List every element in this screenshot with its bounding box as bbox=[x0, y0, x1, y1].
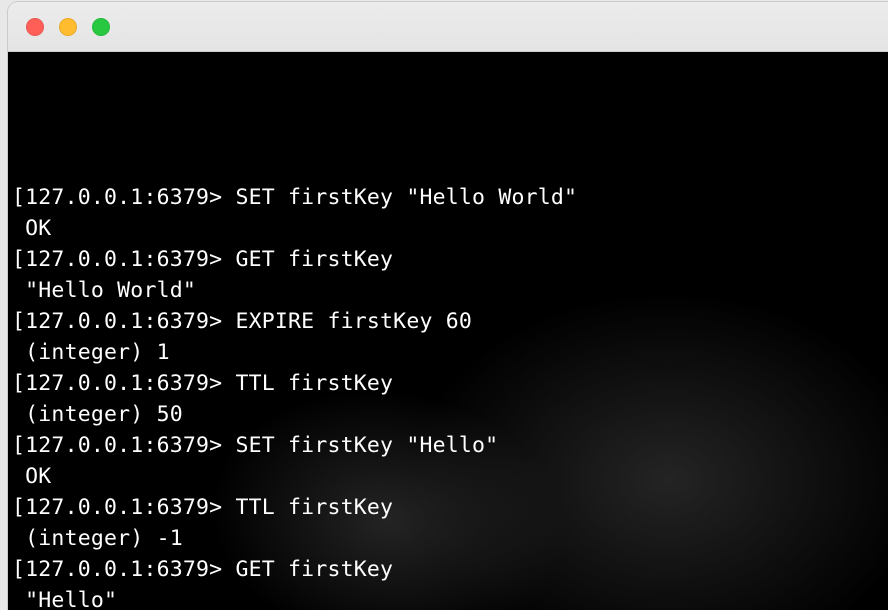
terminal-line: (integer) -1 bbox=[12, 523, 884, 554]
terminal-line: [127.0.0.1:6379> GET firstKey bbox=[12, 554, 884, 585]
terminal-line: OK bbox=[12, 213, 884, 244]
terminal-line: (integer) 1 bbox=[12, 337, 884, 368]
titlebar bbox=[8, 2, 888, 52]
terminal-output: [127.0.0.1:6379> SET firstKey "Hello Wor… bbox=[12, 182, 884, 610]
terminal-line: "Hello" bbox=[12, 585, 884, 610]
terminal-line: [127.0.0.1:6379> TTL firstKey bbox=[12, 368, 884, 399]
terminal-line: [127.0.0.1:6379> SET firstKey "Hello Wor… bbox=[12, 182, 884, 213]
terminal-line: (integer) 50 bbox=[12, 399, 884, 430]
terminal-line: OK bbox=[12, 461, 884, 492]
terminal-line: [127.0.0.1:6379> SET firstKey "Hello" bbox=[12, 430, 884, 461]
terminal-body[interactable]: [127.0.0.1:6379> SET firstKey "Hello Wor… bbox=[8, 52, 888, 610]
close-icon[interactable] bbox=[26, 18, 44, 36]
terminal-window: [127.0.0.1:6379> SET firstKey "Hello Wor… bbox=[8, 2, 888, 610]
maximize-icon[interactable] bbox=[92, 18, 110, 36]
terminal-line: [127.0.0.1:6379> TTL firstKey bbox=[12, 492, 884, 523]
terminal-line: [127.0.0.1:6379> GET firstKey bbox=[12, 244, 884, 275]
minimize-icon[interactable] bbox=[59, 18, 77, 36]
terminal-line: "Hello World" bbox=[12, 275, 884, 306]
terminal-line: [127.0.0.1:6379> EXPIRE firstKey 60 bbox=[12, 306, 884, 337]
